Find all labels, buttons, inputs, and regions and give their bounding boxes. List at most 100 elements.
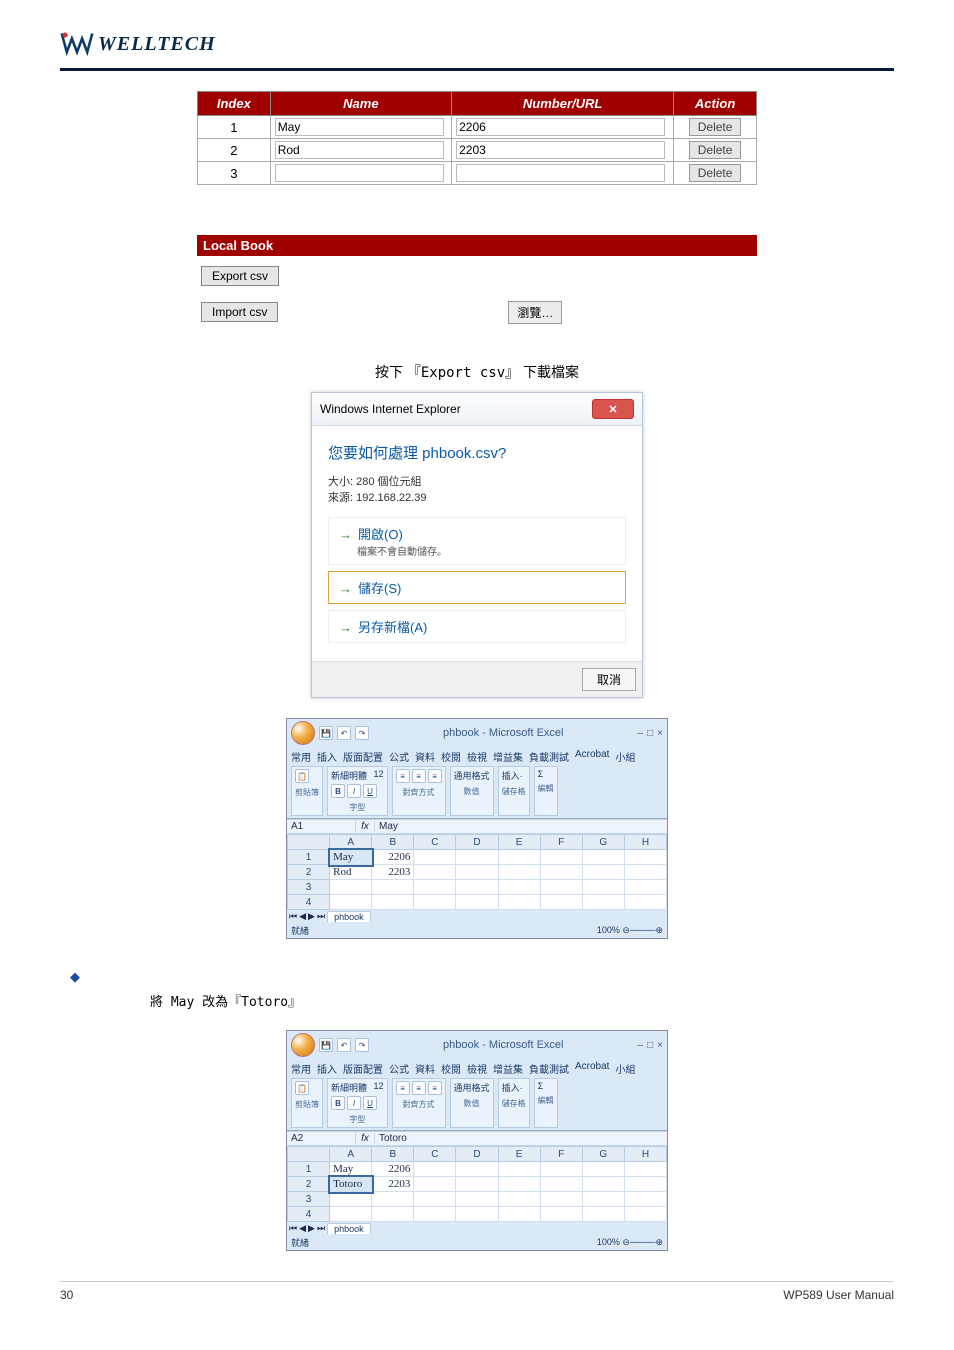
save-option[interactable]: →儲存(S) [328,571,626,604]
align-icon[interactable]: ≡ [396,769,410,783]
fx-icon[interactable]: fx [356,821,375,832]
office-button-icon[interactable] [291,721,315,745]
tab[interactable]: 公式 [389,1061,409,1076]
col-name: Name [270,92,451,116]
italic-icon[interactable]: I [347,1096,361,1110]
sheet-nav-icon[interactable]: ▶ [308,1223,315,1234]
tab[interactable]: 增益集 [493,1061,523,1076]
sheet-tab[interactable]: phbook [327,911,371,922]
browse-button[interactable]: 瀏覽… [508,301,562,324]
dialog-source: 來源: 192.168.22.39 [328,489,626,505]
tab[interactable]: 校閱 [441,1061,461,1076]
redo-icon[interactable]: ↷ [355,1038,369,1052]
zoom-level: 100% [597,925,620,935]
maximize-icon[interactable]: □ [647,728,653,739]
tab[interactable]: 公式 [389,749,409,764]
number-input[interactable] [456,118,665,136]
status-text: 就緒 [291,924,309,937]
spreadsheet-grid[interactable]: ABCDEFGH 1May2206 2Totoro2203 3 4 [287,1146,667,1222]
ribbon-tabs: 常用 插入 版面配置 公式 資料 校閱 檢視 增益集 負載測試 Acrobat … [291,749,663,764]
tab[interactable]: 負載測試 [529,1061,569,1076]
ribbon-group: 新細明體 12BIU字型 [327,766,388,816]
tab[interactable]: 常用 [291,749,311,764]
maximize-icon[interactable]: □ [647,1040,653,1051]
sheet-nav-icon[interactable]: ⏭ [317,1223,325,1234]
minimize-icon[interactable]: – [638,728,644,739]
tab[interactable]: 檢視 [467,749,487,764]
close-icon[interactable]: ✕ [592,399,634,419]
minimize-icon[interactable]: – [638,1040,644,1051]
paste-icon[interactable]: 📋 [295,769,309,783]
save-icon[interactable]: 💾 [319,1038,333,1052]
align-icon[interactable]: ≡ [412,769,426,783]
delete-button[interactable]: Delete [689,164,742,182]
open-option[interactable]: →開啟(O) 檔案不會自動儲存。 [328,517,626,565]
name-box[interactable]: A2 [287,1132,356,1145]
tab[interactable]: 版面配置 [343,749,383,764]
export-csv-button[interactable]: Export csv [201,266,279,286]
tab[interactable]: 小組 [615,749,635,764]
underline-icon[interactable]: U [363,1096,377,1110]
align-icon[interactable]: ≡ [396,1081,410,1095]
tab[interactable]: 資料 [415,749,435,764]
tab[interactable]: 檢視 [467,1061,487,1076]
sheet-nav-icon[interactable]: ⏮ [289,911,297,922]
ribbon-group: ≡≡≡對齊方式 [392,1078,446,1128]
page-number: 30 [60,1288,73,1302]
tab[interactable]: 負載測試 [529,749,569,764]
number-input[interactable] [456,164,665,182]
align-icon[interactable]: ≡ [412,1081,426,1095]
tab[interactable]: 小組 [615,1061,635,1076]
tab[interactable]: 增益集 [493,749,523,764]
align-icon[interactable]: ≡ [428,1081,442,1095]
bold-icon[interactable]: B [331,784,345,798]
tab[interactable]: 常用 [291,1061,311,1076]
saveas-option[interactable]: →另存新檔(A) [328,610,626,643]
ribbon-group: 📋剪貼簿 [291,1078,323,1128]
formula-bar[interactable]: Totoro [375,1132,667,1145]
sheet-nav-icon[interactable]: ⏮ [289,1223,297,1234]
sheet-nav-icon[interactable]: ⏭ [317,911,325,922]
brand-logo: WELLTECH [60,30,894,58]
sheet-tab[interactable]: phbook [327,1223,371,1234]
sheet-nav-icon[interactable]: ▶ [308,911,315,922]
fx-icon[interactable]: fx [356,1133,375,1144]
spreadsheet-grid[interactable]: ABCDEFGH 1May2206 2Rod2203 3 4 [287,834,667,910]
page-footer: 30 WP589 User Manual [60,1281,894,1302]
formula-bar[interactable]: May [375,820,667,833]
row-index: 1 [198,116,271,139]
cancel-button[interactable]: 取消 [582,668,636,691]
office-button-icon[interactable] [291,1033,315,1057]
close-icon[interactable]: × [657,728,663,739]
close-icon[interactable]: × [657,1040,663,1051]
bold-icon[interactable]: B [331,1096,345,1110]
number-input[interactable] [456,141,665,159]
undo-icon[interactable]: ↶ [337,726,351,740]
import-csv-button[interactable]: Import csv [201,302,278,322]
ribbon-group: 插入·儲存格 [498,1078,530,1128]
tab[interactable]: Acrobat [575,749,609,764]
redo-icon[interactable]: ↷ [355,726,369,740]
save-icon[interactable]: 💾 [319,726,333,740]
undo-icon[interactable]: ↶ [337,1038,351,1052]
name-box[interactable]: A1 [287,820,356,833]
tab[interactable]: 校閱 [441,749,461,764]
paste-icon[interactable]: 📋 [295,1081,309,1095]
tab[interactable]: 插入 [317,1061,337,1076]
zoom-level: 100% [597,1237,620,1247]
tab[interactable]: Acrobat [575,1061,609,1076]
underline-icon[interactable]: U [363,784,377,798]
sheet-nav-icon[interactable]: ◀ [299,1223,306,1234]
delete-button[interactable]: Delete [689,118,742,136]
tab[interactable]: 插入 [317,749,337,764]
tab[interactable]: 資料 [415,1061,435,1076]
excel-window-1: 💾 ↶ ↷ phbook - Microsoft Excel –□× 常用 插入… [286,718,668,939]
sheet-nav-icon[interactable]: ◀ [299,911,306,922]
name-input[interactable] [275,118,444,136]
delete-button[interactable]: Delete [689,141,742,159]
align-icon[interactable]: ≡ [428,769,442,783]
name-input[interactable] [275,141,444,159]
name-input[interactable] [275,164,444,182]
italic-icon[interactable]: I [347,784,361,798]
tab[interactable]: 版面配置 [343,1061,383,1076]
